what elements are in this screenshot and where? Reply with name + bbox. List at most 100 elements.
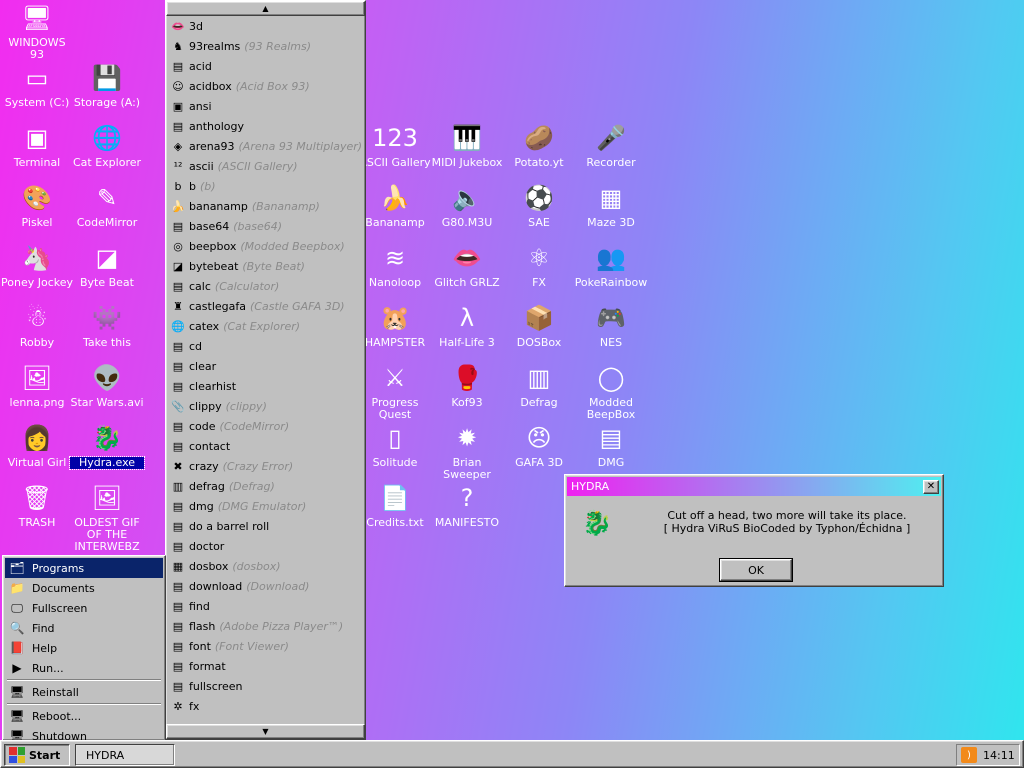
desktop-icon-pokerainbow[interactable]: 👥 PokeRainbow xyxy=(574,242,648,289)
taskbar-item-hydra[interactable]: HYDRA xyxy=(75,744,175,766)
program-item-castlegafa[interactable]: ♜ castlegafa (Castle GAFA 3D) xyxy=(166,296,365,316)
exe-icon: ▤ xyxy=(172,379,184,393)
desktop-icon-modded-beepbox[interactable]: ◯ Modded BeepBox xyxy=(574,362,648,421)
start-menu-item-reinstall[interactable]: 🖥 Reinstall xyxy=(5,682,163,702)
desktop-icon-fx[interactable]: ⚛ FX xyxy=(502,242,576,289)
program-item-acid[interactable]: ▤ acid xyxy=(166,56,365,76)
program-item-code[interactable]: ▤ code (CodeMirror) xyxy=(166,416,365,436)
desktop-icon-maze-3d[interactable]: ▦ Maze 3D xyxy=(574,182,648,229)
desktop-icon-hampster[interactable]: 🐹 HAMPSTER xyxy=(358,302,432,349)
desktop-icon-solitude[interactable]: ▯ Solitude xyxy=(358,422,432,469)
program-item-do-a-barrel-roll[interactable]: ▤ do a barrel roll xyxy=(166,516,365,536)
desktop-icon-progress-quest[interactable]: ⚔ Progress Quest xyxy=(358,362,432,421)
desktop-icon-system-c[interactable]: ▭ System (C:) xyxy=(0,62,74,109)
program-item-format[interactable]: ▤ format xyxy=(166,656,365,676)
desktop-icon-poney-jockey[interactable]: 🦄 Poney Jockey xyxy=(0,242,74,289)
program-item-calc[interactable]: ▤ calc (Calculator) xyxy=(166,276,365,296)
program-item-fx[interactable]: ✲ fx xyxy=(166,696,365,716)
close-icon[interactable]: ✕ xyxy=(923,479,939,494)
desktop-icon-nanoloop[interactable]: ≋ Nanoloop xyxy=(358,242,432,289)
desktop-icon-windows-93[interactable]: 🖥 WINDOWS 93 xyxy=(0,2,74,61)
desktop-icon-brian-sweeper[interactable]: ✹ Brian Sweeper xyxy=(430,422,504,481)
dialog-titlebar[interactable]: HYDRA ✕ xyxy=(567,477,941,496)
program-item-dmg[interactable]: ▤ dmg (DMG Emulator) xyxy=(166,496,365,516)
start-menu-item-fullscreen[interactable]: 🖵 Fullscreen xyxy=(5,598,163,618)
desktop-icon-potato-yt[interactable]: 🥔 Potato.yt xyxy=(502,122,576,169)
rss-icon[interactable]: ) xyxy=(961,747,977,763)
desktop-icon-robby[interactable]: ☃ Robby xyxy=(0,302,74,349)
program-item-base64[interactable]: ▤ base64 (base64) xyxy=(166,216,365,236)
program-item-dosbox[interactable]: ▦ dosbox (dosbox) xyxy=(166,556,365,576)
start-menu-item-find[interactable]: 🔍 Find xyxy=(5,618,163,638)
program-item-beepbox[interactable]: ◎ beepbox (Modded Beepbox) xyxy=(166,236,365,256)
desktop-icon-dmg[interactable]: ▤ DMG xyxy=(574,422,648,469)
ok-button[interactable]: OK xyxy=(719,558,793,582)
start-button[interactable]: Start xyxy=(4,744,70,766)
program-item-download[interactable]: ▤ download (Download) xyxy=(166,576,365,596)
desktop-icon-gafa-3d[interactable]: 😠 GAFA 3D xyxy=(502,422,576,469)
desktop-icon-trash[interactable]: 🗑 TRASH xyxy=(0,482,74,529)
desktop-icon-lenna-png[interactable]: 🖼 lenna.png xyxy=(0,362,74,409)
start-menu-item-programs[interactable]: 🗂 Programs xyxy=(5,558,163,578)
program-item-contact[interactable]: ▤ contact xyxy=(166,436,365,456)
desktop-icon-hydra-exe[interactable]: 🐉 Hydra.exe xyxy=(69,422,145,470)
program-item-ansi[interactable]: ▣ ansi xyxy=(166,96,365,116)
desktop-icon-g80-m3u[interactable]: 🔈 G80.M3U xyxy=(430,182,504,229)
desktop-icon-manifesto[interactable]: ? MANIFESTO xyxy=(430,482,504,529)
desktop-icon-half-life-3[interactable]: λ Half-Life 3 xyxy=(430,302,504,349)
microphone-icon: 🎤 xyxy=(596,124,626,152)
start-menu-item-documents[interactable]: 📁 Documents xyxy=(5,578,163,598)
start-menu-item-help[interactable]: 📕 Help xyxy=(5,638,163,658)
desktop-icon-label: MIDI Jukebox xyxy=(431,156,503,169)
desktop-icon-piskel[interactable]: 🎨 Piskel xyxy=(0,182,74,229)
program-item-arena93[interactable]: ◈ arena93 (Arena 93 Multiplayer) xyxy=(166,136,365,156)
program-item-b[interactable]: b b (b) xyxy=(166,176,365,196)
maze-icon: ▦ xyxy=(599,184,623,212)
program-item-bytebeat[interactable]: ◪ bytebeat (Byte Beat) xyxy=(166,256,365,276)
desktop-icon-take-this[interactable]: 👾 Take this xyxy=(70,302,144,349)
program-item-anthology[interactable]: ▤ anthology xyxy=(166,116,365,136)
start-menu-item-label: Run... xyxy=(32,661,64,675)
desktop-icon-codemirror[interactable]: ✎ CodeMirror xyxy=(70,182,144,229)
desktop-icon-storage-a[interactable]: 💾 Storage (A:) xyxy=(70,62,144,109)
start-menu-item-run[interactable]: ▶ Run... xyxy=(5,658,163,678)
desktop-icon-credits-txt[interactable]: 📄 Credits.txt xyxy=(358,482,432,529)
desktop-icon-kof93[interactable]: 🥊 Kof93 xyxy=(430,362,504,409)
program-item-clear[interactable]: ▤ clear xyxy=(166,356,365,376)
desktop-icon-cat-explorer[interactable]: 🌐 Cat Explorer xyxy=(70,122,144,169)
program-item-3d[interactable]: 👄 3d xyxy=(166,16,365,36)
desktop-icon-star-wars-avi[interactable]: 👽 Star Wars.avi xyxy=(70,362,144,409)
program-item-font[interactable]: ▤ font (Font Viewer) xyxy=(166,636,365,656)
desktop-icon-nes[interactable]: 🎮 NES xyxy=(574,302,648,349)
desktop-icon-recorder[interactable]: 🎤 Recorder xyxy=(574,122,648,169)
desktop-icon-defrag[interactable]: ▥ Defrag xyxy=(502,362,576,409)
programs-scroll-up-arrow[interactable]: ▲ xyxy=(166,1,365,16)
desktop-icon-oldest-gif-of-the-interwebz[interactable]: 🖼 OLDEST GIF OF THE INTERWEBZ xyxy=(70,482,144,553)
program-item-ascii[interactable]: ¹² ascii (ASCII Gallery) xyxy=(166,156,365,176)
desktop-icon-sae[interactable]: ⚽ SAE xyxy=(502,182,576,229)
program-item-doctor[interactable]: ▤ doctor xyxy=(166,536,365,556)
desktop-icon-byte-beat[interactable]: ◪ Byte Beat xyxy=(70,242,144,289)
program-item-fullscreen[interactable]: ▤ fullscreen xyxy=(166,676,365,696)
start-menu-item-reboot[interactable]: 🖥 Reboot... xyxy=(5,706,163,726)
desktop-icon-glitch-grlz[interactable]: 👄 Glitch GRLZ xyxy=(430,242,504,289)
desktop-icon-bananamp[interactable]: 🍌 Bananamp xyxy=(358,182,432,229)
program-item-crazy[interactable]: ✖ crazy (Crazy Error) xyxy=(166,456,365,476)
programs-scroll-down-arrow[interactable]: ▼ xyxy=(166,724,365,739)
desktop-icon-dosbox[interactable]: 📦 DOSBox xyxy=(502,302,576,349)
program-item-find[interactable]: ▤ find xyxy=(166,596,365,616)
program-item-defrag[interactable]: ▥ defrag (Defrag) xyxy=(166,476,365,496)
program-item-93realms[interactable]: ♞ 93realms (93 Realms) xyxy=(166,36,365,56)
desktop-icon-virtual-girl[interactable]: 👩 Virtual Girl xyxy=(0,422,74,469)
b-icon: b xyxy=(174,179,182,193)
desktop-icon-terminal[interactable]: ▣ Terminal xyxy=(0,122,74,169)
program-item-clearhist[interactable]: ▤ clearhist xyxy=(166,376,365,396)
program-item-acidbox[interactable]: ☺ acidbox (Acid Box 93) xyxy=(166,76,365,96)
program-item-cd[interactable]: ▤ cd xyxy=(166,336,365,356)
program-item-bananamp[interactable]: 🍌 bananamp (Bananamp) xyxy=(166,196,365,216)
program-item-flash[interactable]: ▤ flash (Adobe Pizza Player™) xyxy=(166,616,365,636)
program-item-catex[interactable]: 🌐 catex (Cat Explorer) xyxy=(166,316,365,336)
program-item-clippy[interactable]: 📎 clippy (clippy) xyxy=(166,396,365,416)
desktop-icon-ascii-gallery[interactable]: 123 ASCII Gallery xyxy=(358,122,432,169)
desktop-icon-midi-jukebox[interactable]: 🎹 MIDI Jukebox xyxy=(430,122,504,169)
